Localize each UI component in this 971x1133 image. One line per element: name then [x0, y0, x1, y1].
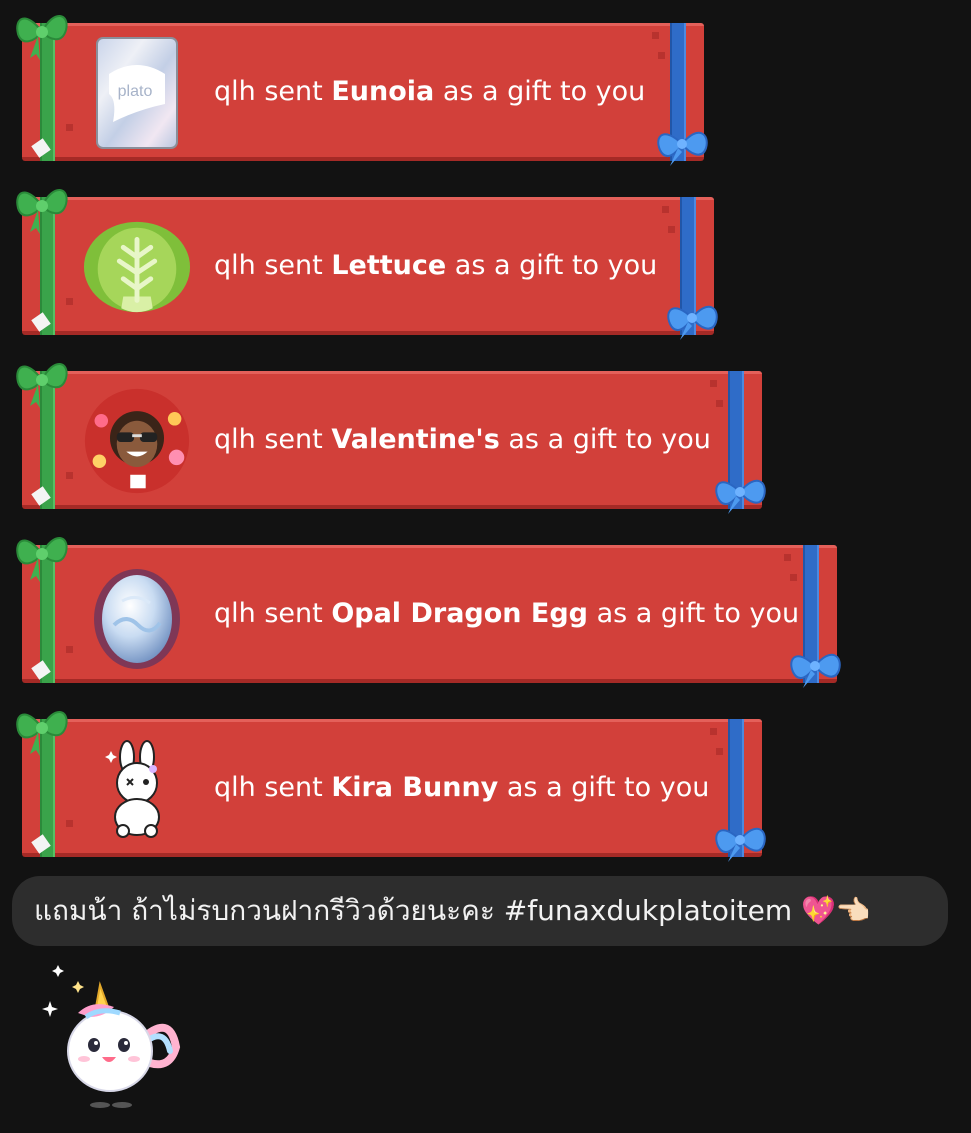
green-bow-icon — [16, 537, 68, 582]
gift-suffix: as a gift to you — [442, 76, 646, 107]
blue-bow-icon — [667, 305, 718, 340]
chat-screen: plato qlh sent Eunoia as a gift to you q… — [0, 0, 971, 1133]
blue-bow-icon — [715, 827, 766, 862]
opal-dragon-egg-icon — [82, 558, 192, 672]
green-bow-icon — [16, 189, 68, 234]
gift-card[interactable]: qlh sent Opal Dragon Egg as a gift to yo… — [22, 545, 837, 683]
gift-item-name: Lettuce — [331, 250, 447, 281]
blue-bow-icon — [657, 131, 708, 166]
green-bow-icon — [16, 15, 68, 60]
gift-item-name: Eunoia — [331, 76, 435, 107]
gift-sender: qlh sent — [214, 598, 323, 629]
lettuce-icon — [82, 210, 192, 324]
gift-item-name: Kira Bunny — [331, 772, 499, 803]
gift-card[interactable]: qlh sent Valentine's as a gift to you — [22, 371, 762, 509]
gift-suffix: as a gift to you — [508, 424, 711, 455]
gift-message: qlh sent Opal Dragon Egg as a gift to yo… — [214, 548, 799, 679]
gift-message: qlh sent Eunoia as a gift to you — [214, 26, 645, 157]
gift-suffix: as a gift to you — [454, 250, 658, 281]
gift-item-name: Valentine's — [331, 424, 500, 455]
blue-bow-icon — [715, 479, 766, 514]
green-bow-icon — [16, 711, 68, 756]
gift-item-name: Opal Dragon Egg — [331, 598, 589, 629]
gift-sender: qlh sent — [214, 772, 323, 803]
chat-message-bubble[interactable]: แถมน้า ถ้าไม่รบกวนฝากรีวิวด้วยนะคะ #funa… — [12, 876, 948, 946]
kira-bunny-icon — [82, 732, 192, 846]
gift-sender: qlh sent — [214, 76, 323, 107]
gift-sender: qlh sent — [214, 250, 323, 281]
gift-card[interactable]: plato qlh sent Eunoia as a gift to you — [22, 23, 704, 161]
gift-message: qlh sent Lettuce as a gift to you — [214, 200, 657, 331]
plato-card-icon: plato — [82, 36, 192, 150]
gift-card[interactable]: qlh sent Kira Bunny as a gift to you — [22, 719, 762, 857]
gift-suffix: as a gift to you — [596, 598, 800, 629]
svg-text:plato: plato — [118, 83, 153, 100]
valentines-avatar-icon — [82, 384, 192, 498]
gift-message: qlh sent Valentine's as a gift to you — [214, 374, 711, 505]
gift-card[interactable]: qlh sent Lettuce as a gift to you — [22, 197, 714, 335]
gift-message: qlh sent Kira Bunny as a gift to you — [214, 722, 709, 853]
unicorn-sticker-icon[interactable] — [38, 955, 188, 1115]
chat-message-text: แถมน้า ถ้าไม่รบกวนฝากรีวิวด้วยนะคะ #funa… — [34, 894, 871, 927]
green-bow-icon — [16, 363, 68, 408]
gift-suffix: as a gift to you — [506, 772, 710, 803]
blue-bow-icon — [790, 653, 841, 688]
gift-sender: qlh sent — [214, 424, 323, 455]
